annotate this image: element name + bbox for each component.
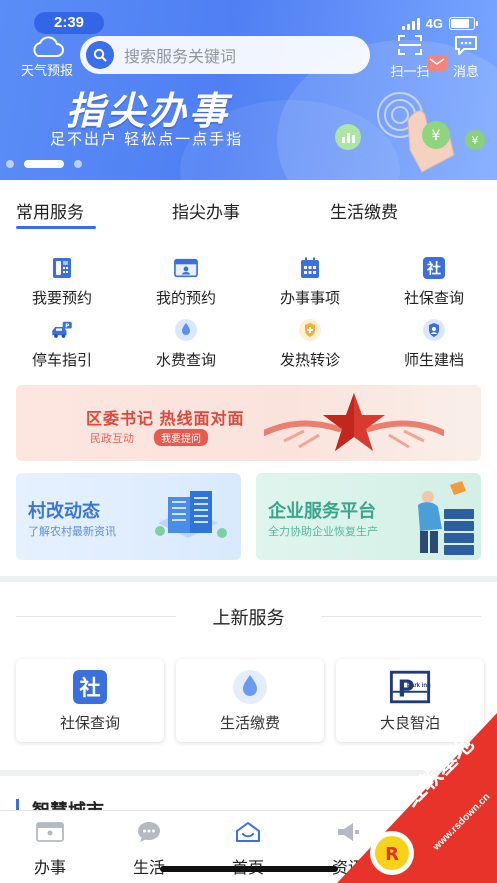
chat-bubble-icon — [138, 822, 160, 842]
new-service-label: 社保查询 — [59, 715, 120, 732]
phone-booking-icon — [50, 256, 74, 280]
weather-label: 天气预报 — [20, 63, 73, 78]
nav-item-services[interactable]: 办事 — [20, 821, 80, 878]
carousel-dot[interactable] — [74, 160, 82, 168]
tab-active-indicator — [16, 226, 96, 229]
service-appointment[interactable]: 我要预约 — [12, 256, 112, 308]
new-service-label: 生活缴费 — [219, 715, 280, 732]
id-card-icon — [36, 822, 64, 842]
cloud-icon — [33, 36, 64, 57]
svg-text:R: R — [385, 844, 399, 865]
service-social-security[interactable]: 社 社保查询 — [384, 256, 484, 308]
service-grid: 我要预约 我的预约 办事事项 社 社保查询 P 停车指引 水费查询 发热转诊 师… — [0, 240, 497, 369]
svg-text:P: P — [65, 323, 69, 329]
parking-car-icon: P — [50, 318, 74, 342]
nav-label: 办事 — [33, 860, 66, 877]
service-label: 我的预约 — [155, 290, 216, 307]
service-parking-guide[interactable]: P 停车指引 — [12, 318, 112, 370]
new-services-title: 上新服务 — [212, 608, 285, 628]
battery-icon — [449, 17, 478, 30]
weather-button[interactable]: 天气预报 — [14, 36, 80, 79]
svg-text:¥: ¥ — [432, 128, 441, 144]
water-drop-icon — [229, 670, 271, 704]
service-fever-referral[interactable]: 发热转诊 — [260, 318, 360, 370]
service-label: 办事事项 — [279, 290, 340, 307]
calendar-icon — [298, 256, 322, 280]
home-icon — [236, 822, 260, 842]
promo-subtitle: 民政互动 — [90, 433, 134, 445]
red-star-icon — [264, 393, 444, 451]
mail-badge-icon — [427, 55, 447, 71]
yuan-badge-icon: ¥ — [422, 121, 450, 149]
signal-icon — [401, 17, 420, 30]
worker-server-icon — [418, 481, 474, 555]
network-type: 4G — [425, 16, 443, 31]
buildings-icon — [155, 491, 227, 538]
service-affairs[interactable]: 办事事项 — [260, 256, 360, 308]
carousel-indicator[interactable] — [6, 160, 82, 168]
social-security-icon: 社 — [422, 256, 446, 280]
parking-logo-icon: P Park ing — [389, 670, 431, 704]
service-student-records[interactable]: 师生建档 — [384, 318, 484, 370]
chat-bubble-icon — [455, 36, 477, 55]
message-button[interactable]: 消息 — [444, 34, 488, 80]
card-subtitle: 了解农村最新资讯 — [28, 526, 116, 538]
tab-life-payment[interactable]: 生活缴费 — [330, 198, 398, 223]
message-label: 消息 — [452, 64, 479, 79]
tab-common-services[interactable]: 常用服务 — [16, 198, 84, 223]
enterprise-platform-card[interactable]: 企业服务平台 全力协助企业恢复生产 — [256, 473, 481, 560]
id-card-icon — [174, 256, 198, 280]
service-water-fee[interactable]: 水费查询 — [136, 318, 236, 370]
new-service-life-payment[interactable]: 生活缴费 — [176, 659, 324, 742]
service-label: 停车指引 — [31, 352, 92, 369]
service-label: 发热转诊 — [279, 352, 340, 369]
search-input[interactable]: 搜索服务关键词 — [124, 43, 236, 67]
service-label: 师生建档 — [403, 352, 464, 369]
parking-logo-text: Park ing — [407, 683, 431, 689]
svg-text:¥: ¥ — [472, 134, 479, 147]
chart-badge-icon — [335, 124, 361, 150]
svg-text:P: P — [398, 677, 415, 703]
home-indicator — [160, 866, 338, 872]
service-my-appointment[interactable]: 我的预约 — [136, 256, 236, 308]
new-service-social-security[interactable]: 社 社保查询 — [16, 659, 164, 742]
card-title: 企业服务平台 — [268, 501, 376, 521]
status-time: 2:39 — [34, 12, 104, 34]
service-label: 水费查询 — [155, 352, 216, 369]
carousel-dot[interactable] — [6, 160, 14, 168]
search-bar[interactable]: 搜索服务关键词 — [80, 36, 370, 74]
promo-banner[interactable]: 区委书记 热线面对面 民政互动 我要提问 — [16, 385, 481, 461]
ask-question-button[interactable]: 我要提问 — [154, 429, 208, 446]
svg-text:社: 社 — [426, 261, 441, 278]
status-indicators: 4G — [401, 16, 478, 31]
fever-shield-icon — [298, 318, 322, 342]
app-screen: 2:39 4G 天气预报 搜索服务关键词 扫一扫 消息 指尖办事 足不出户 轻松… — [0, 0, 497, 883]
card-title: 村改动态 — [28, 501, 100, 521]
service-label: 我要预约 — [31, 290, 92, 307]
promo-title: 区委书记 热线面对面 — [86, 411, 245, 428]
service-label: 社保查询 — [403, 290, 464, 307]
divider-line — [321, 616, 481, 617]
hero-banner[interactable]: 2:39 4G 天气预报 搜索服务关键词 扫一扫 消息 指尖办事 足不出户 轻松… — [0, 0, 497, 180]
search-icon — [86, 41, 114, 69]
card-subtitle: 全力协助企业恢复生产 — [268, 526, 378, 538]
student-shield-icon — [422, 318, 446, 342]
village-news-card[interactable]: 村改动态 了解农村最新资讯 — [16, 473, 241, 560]
svg-text:社: 社 — [79, 676, 101, 700]
social-security-icon: 社 — [69, 670, 111, 704]
carousel-dot-active[interactable] — [24, 160, 64, 168]
tab-fingertip-services[interactable]: 指尖办事 — [172, 198, 240, 223]
section-separator — [0, 576, 497, 582]
water-drop-icon — [174, 318, 198, 342]
scan-icon — [398, 35, 422, 55]
service-tabs: 常用服务 指尖办事 生活缴费 — [0, 180, 497, 240]
hero-title: 指尖办事 — [66, 91, 231, 133]
hero-subtitle: 足不出户 轻松点一点手指 — [50, 131, 244, 148]
